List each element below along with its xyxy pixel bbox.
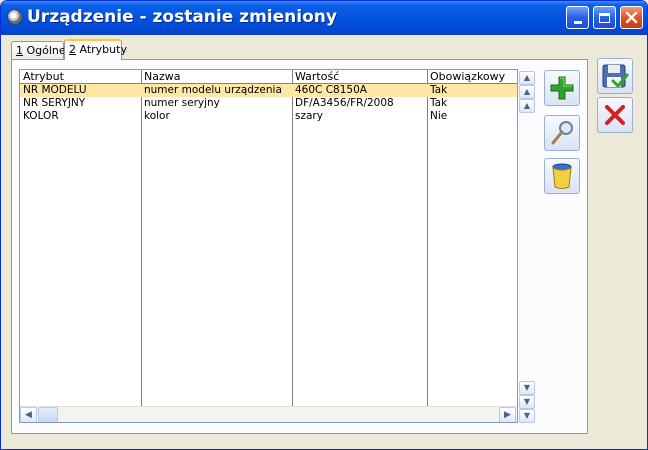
column-header-obowiazkowy[interactable]: Obowiązkowy [427,70,517,83]
floppy-disk-icon [602,64,629,89]
cell-nazwa: numer modelu urządzenia [144,84,282,96]
app-icon [7,9,23,25]
table-header: Atrybut Nazwa Wartość Obowiązkowy [20,70,517,84]
title-bar[interactable]: Urządzenie - zostanie zmieniony [1,1,647,35]
cancel-button[interactable] [597,97,633,133]
maximize-button[interactable] [593,6,616,29]
table-row[interactable]: NR MODELU numer modelu urządzenia 460C C… [20,84,517,97]
save-button[interactable] [597,58,633,94]
page-down-button[interactable]: ▼ [519,395,535,409]
chevron-right-icon: ▶ [504,410,511,420]
tab-ogolne[interactable]: 1 Ogólne [11,41,66,59]
column-header-nazwa[interactable]: Nazwa [141,70,292,83]
cell-obowiazkowy: Tak [430,84,448,96]
scroll-left-button[interactable]: ◀ [20,407,37,422]
tab-ogolne-key: 1 [16,44,23,57]
add-button[interactable] [544,70,580,106]
cell-obowiazkowy: Nie [430,110,448,122]
horizontal-scrollbar[interactable]: ◀ ▶ [20,406,517,422]
dialog-window: Urządzenie - zostanie zmieniony 1 Ogólne… [0,0,648,450]
column-header-wartosc[interactable]: Wartość [292,70,427,83]
trash-icon [552,163,572,189]
double-chevron-down-icon: ▼ [523,411,531,420]
double-chevron-up-icon: ▲ [523,73,531,82]
scroll-thumb[interactable] [38,407,58,422]
last-record-button[interactable]: ▼ [519,409,535,423]
cell-nazwa: kolor [144,110,170,122]
close-icon [625,11,638,24]
record-navigation: ▲ ▲ ▲ ▼ ▼ ▼ [519,71,535,423]
tab-atrybuty-key: 2 [69,43,76,56]
delete-button[interactable] [544,158,580,194]
cell-atrybut: NR MODELU [23,84,87,96]
chevron-up-icon: ▲ [523,87,531,96]
cell-nazwa: numer seryjny [144,97,220,109]
next-record-button[interactable]: ▼ [519,381,535,395]
chevron-down-icon: ▼ [523,397,531,406]
edit-button[interactable] [544,115,580,151]
cell-atrybut: KOLOR [23,110,59,122]
table-row[interactable]: KOLOR kolor szary Nie [20,110,517,123]
table-row[interactable]: NR SERYJNY numer seryjny DF/A3456/FR/200… [20,97,517,110]
plus-icon [550,76,574,100]
column-header-atrybut[interactable]: Atrybut [20,70,141,83]
window-title: Urządzenie - zostanie zmieniony [27,7,337,27]
previous-record-button[interactable]: ▲ [519,99,535,113]
scroll-right-button[interactable]: ▶ [499,407,516,422]
tab-atrybuty[interactable]: 2 Atrybuty [64,39,127,60]
chevron-up-icon: ▲ [523,101,531,110]
attributes-table[interactable]: Atrybut Nazwa Wartość Obowiązkowy NR MOD… [19,69,518,423]
first-record-button[interactable]: ▲ [519,71,535,85]
cell-obowiazkowy: Tak [430,97,448,109]
cell-wartosc: DF/A3456/FR/2008 [295,97,394,109]
close-button[interactable] [620,6,643,29]
minimize-button[interactable] [566,6,589,29]
cell-wartosc: 460C C8150A [295,84,367,96]
x-icon [605,105,625,125]
chevron-left-icon: ◀ [25,410,32,420]
tab-ogolne-label: Ogólne [23,44,66,57]
minimize-icon [573,20,582,24]
page-up-button[interactable]: ▲ [519,85,535,99]
cell-wartosc: szary [295,110,323,122]
chevron-down-icon: ▼ [523,383,531,392]
magnifier-icon [551,121,573,145]
maximize-icon [599,12,610,23]
tab-atrybuty-label: Atrybuty [76,43,127,56]
cell-atrybut: NR SERYJNY [23,97,86,109]
